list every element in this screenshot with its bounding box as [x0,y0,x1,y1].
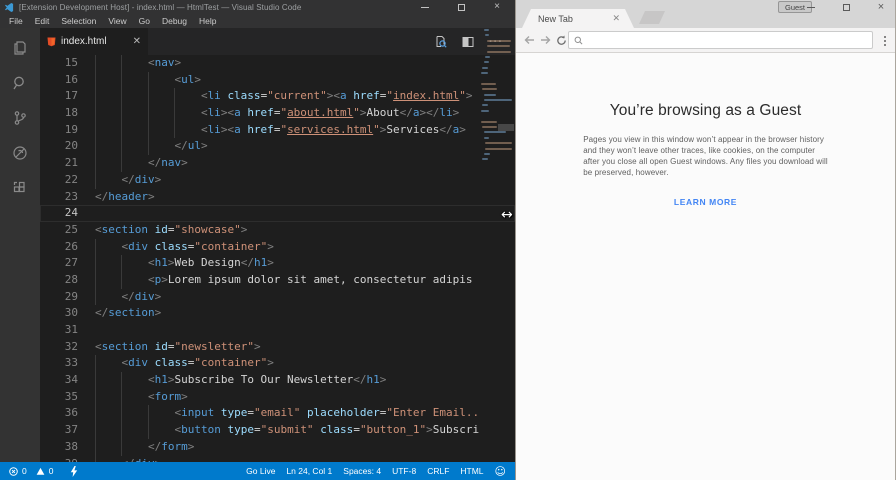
code-line-19[interactable]: 19 <li><a href="services.html">Services</… [40,121,515,139]
browser-tab-new-tab[interactable]: New Tab ✕ [522,9,634,28]
code-line-20[interactable]: 20 </ul> [40,138,515,156]
code-line-18[interactable]: 18 <li><a href="about.html">About</a></li… [40,105,515,122]
open-preview-icon[interactable] [434,35,447,48]
html5-file-icon [47,37,56,46]
editor-scrollbar[interactable] [498,124,514,131]
browser-minimize-button[interactable] [805,1,817,13]
menu-selection[interactable]: Selection [55,16,102,26]
code-line-29[interactable]: 29 </div> [40,288,515,306]
editor-group: index.html ✕ 15 <nav> 16 <ul> 17 <li cla… [40,28,515,462]
minimap[interactable] [481,29,513,164]
vscode-main: index.html ✕ 15 <nav> 16 <ul> 17 <li cla… [0,28,515,462]
code-line-28[interactable]: 28 <p>Lorem ipsum dolor sit amet, consect… [40,271,515,289]
tab-close-icon[interactable]: ✕ [133,36,141,47]
split-editor-icon[interactable] [462,36,474,48]
code-line-27[interactable]: 27 <h1>Web Design</h1> [40,255,515,272]
browser-maximize-button[interactable] [840,1,852,13]
code-line-21[interactable]: 21 </nav> [40,155,515,172]
status-go-live[interactable]: Go Live [246,466,275,476]
guest-page-title: You’re browsing as a Guest [609,102,802,119]
browser-menu-icon[interactable] [882,34,888,48]
code-line-15[interactable]: 15 <nav> [40,55,515,72]
code-line-23[interactable]: 23 </header> [40,189,515,206]
source-control-icon[interactable] [9,107,31,129]
tab-index-html[interactable]: index.html ✕ [40,28,148,55]
feedback-smiley-icon[interactable]: ☺ [495,466,506,477]
vscode-logo-icon [5,2,14,12]
code-line-31[interactable]: 31 [40,322,515,339]
window-vscode: [Extension Development Host] - index.htm… [0,0,515,480]
warnings-icon [36,467,45,475]
code-line-16[interactable]: 16 <ul> [40,71,515,89]
menu-debug[interactable]: Debug [156,16,193,26]
code-editor[interactable]: 15 <nav> 16 <ul> 17 <li class="current"><a hr… [40,55,515,462]
code-line-37[interactable]: 37 <button type="submit" class="button_1"… [40,422,515,439]
code-line-33[interactable]: 33 <div class="container"> [40,355,515,373]
menu-help[interactable]: Help [193,16,222,26]
code-line-36[interactable]: 36 <input type="email" placeholder="Enter… [40,405,515,423]
status-ln-24-col-1[interactable]: Ln 24, Col 1 [286,466,332,476]
learn-more-link[interactable]: LEARN MORE [674,197,737,207]
errors-icon [9,466,18,476]
browser-close-button[interactable]: × [875,1,887,13]
search-icon[interactable] [9,72,31,94]
guest-new-tab-page: You’re browsing as a Guest Pages you vie… [516,53,895,480]
menu-edit[interactable]: Edit [29,16,56,26]
new-tab-button[interactable] [639,11,665,24]
address-input[interactable] [583,33,872,47]
guest-page-description: Pages you view in this window won’t appe… [583,135,828,177]
menu-file[interactable]: File [3,16,29,26]
editor-tab-bar: index.html ✕ [40,28,515,55]
address-bar[interactable] [568,31,873,49]
screen: [Extension Development Host] - index.htm… [0,0,896,480]
status-utf-8[interactable]: UTF-8 [392,466,416,476]
vscode-window-title: [Extension Development Host] - index.htm… [19,2,302,12]
omnibox-search-icon [574,36,583,44]
browser-tab-close-icon[interactable]: ✕ [612,14,620,23]
extensions-icon[interactable] [9,177,31,199]
status-crlf[interactable]: CRLF [427,466,449,476]
horizontal-resize-cursor: ↔ [501,207,513,223]
code-line-35[interactable]: 35 <form> [40,388,515,406]
vscode-title-bar: [Extension Development Host] - index.htm… [0,0,515,14]
status-html[interactable]: HTML [460,466,483,476]
status-spaces-4[interactable]: Spaces: 4 [343,466,381,476]
code-line-24[interactable]: 24 [40,205,515,222]
vscode-menu-bar: File Edit Selection View Go Debug Help [0,14,515,28]
guest-badge-label: Guest [784,2,805,12]
code-line-32[interactable]: 32 <section id="newsletter"> [40,339,515,356]
code-line-25[interactable]: 25 <section id="showcase"> [40,222,515,239]
browser-window-controls: × [805,1,887,13]
warnings-count: 0 [48,466,54,476]
tab-label: index.html [61,36,107,47]
status-bar-right: Go Live Ln 24, Col 1 Spaces: 4 UTF-8 CRLF HTM… [246,466,506,477]
debug-icon[interactable] [9,142,31,164]
errors-count: 0 [22,466,27,476]
reload-button[interactable] [553,32,569,48]
activity-bar [0,28,40,462]
code-line-26[interactable]: 26 <div class="container"> [40,238,515,256]
code-line-22[interactable]: 22 </div> [40,171,515,189]
browser-tab-title: New Tab [538,13,573,24]
code-line-30[interactable]: 30 </section> [40,305,515,322]
vscode-minimize-button[interactable] [407,0,443,14]
lightning-icon[interactable] [70,465,78,477]
back-button[interactable] [521,32,537,48]
vscode-window-controls: × [407,0,515,14]
browser-tab-strip: New Tab ✕ Guest × [516,0,895,28]
browser-toolbar [516,28,895,53]
status-bar: 0 0 Go Live Ln 24, Col 1 Spaces: 4 UTF-8 CRL… [0,462,515,480]
forward-button[interactable] [537,32,553,48]
vscode-maximize-button[interactable] [443,0,479,14]
code-line-17[interactable]: 17 <li class="current"><a href="index.htm… [40,88,515,106]
window-chrome: New Tab ✕ Guest × You’re browsing as a G… [515,0,896,480]
explorer-icon[interactable] [9,37,31,59]
problems-indicator[interactable]: 0 0 [9,465,78,477]
menu-view[interactable]: View [102,16,132,26]
code-line-34[interactable]: 34 <h1>Subscribe To Our Newsletter</h1> [40,372,515,389]
code-line-38[interactable]: 38 </form> [40,438,515,456]
menu-go[interactable]: Go [133,16,156,26]
vscode-close-button[interactable]: × [479,0,515,14]
